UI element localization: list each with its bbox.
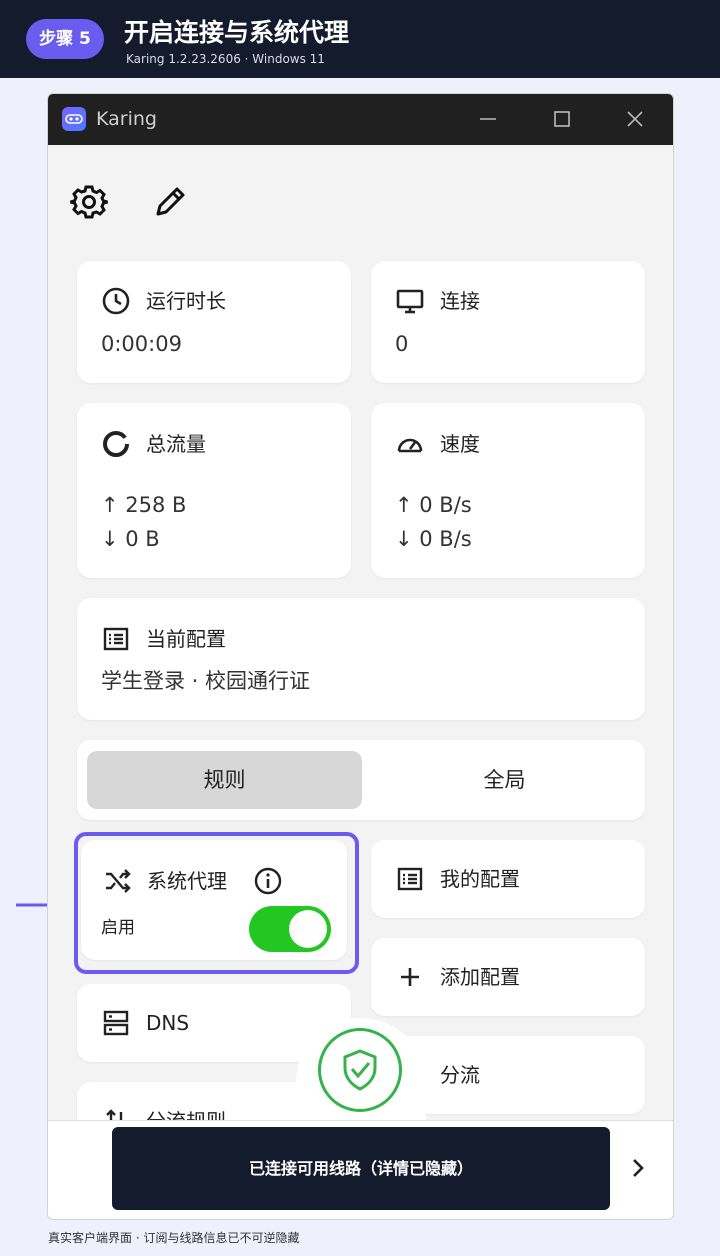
mode-rule-tab[interactable]: 规则: [87, 740, 362, 820]
settings-gear-icon[interactable]: [69, 182, 109, 222]
plus-icon: [395, 962, 425, 992]
speed-down: ↓ 0 B/s: [395, 527, 472, 551]
uptime-title: 运行时长: [146, 289, 226, 313]
server-icon: [101, 1008, 131, 1038]
speedometer-icon: [395, 429, 425, 459]
clock-icon: [101, 286, 131, 316]
connection-status[interactable]: 已连接可用线路（详情已隐藏）: [112, 1127, 610, 1210]
add-config-label: 添加配置: [440, 965, 520, 989]
mode-global-tab[interactable]: 全局: [372, 740, 637, 820]
current-config-card[interactable]: 当前配置 学生登录 · 校园通行证: [77, 598, 645, 720]
traffic-title: 总流量: [146, 432, 206, 456]
bottom-bar: 已连接可用线路（详情已隐藏）: [48, 1120, 673, 1219]
my-config-label: 我的配置: [440, 867, 520, 891]
uptime-value: 0:00:09: [101, 332, 182, 356]
minimize-button[interactable]: [475, 106, 501, 132]
banner-subtitle: Karing 1.2.23.2606 · Windows 11: [126, 52, 325, 66]
title-bar: Karing: [48, 94, 673, 145]
monitor-icon: [395, 286, 425, 316]
system-proxy-highlight: [74, 832, 359, 974]
donut-chart-icon: [101, 429, 131, 459]
current-config-value: 学生登录 · 校园通行证: [101, 669, 311, 693]
edit-pencil-icon[interactable]: [150, 182, 190, 222]
shield-check-icon: [343, 1049, 377, 1091]
traffic-card: 总流量 ↑ 258 B ↓ 0 B: [77, 403, 351, 578]
close-button[interactable]: [622, 106, 648, 132]
traffic-up: ↑ 258 B: [101, 493, 187, 517]
mode-switch: 规则 全局: [77, 740, 645, 820]
footnote: 真实客户端界面 · 订阅与线路信息已不可逆隐藏: [48, 1231, 300, 1245]
current-config-title: 当前配置: [146, 627, 226, 651]
split-label: 分流: [440, 1063, 480, 1087]
connections-card[interactable]: 连接 0: [371, 261, 645, 383]
chevron-right-icon[interactable]: [626, 1153, 650, 1183]
my-config-item[interactable]: 我的配置: [371, 840, 645, 918]
uptime-card: 运行时长 0:00:09: [77, 261, 351, 383]
window-title: Karing: [96, 108, 157, 130]
list-icon: [101, 624, 131, 654]
dns-label: DNS: [146, 1011, 190, 1035]
speed-card: 速度 ↑ 0 B/s ↓ 0 B/s: [371, 403, 645, 578]
maximize-button[interactable]: [549, 106, 575, 132]
speed-title: 速度: [440, 432, 480, 456]
step-badge: 步骤 5: [26, 19, 104, 59]
add-config-item[interactable]: 添加配置: [371, 938, 645, 1016]
karing-logo-icon: [62, 107, 86, 131]
step-banner: 步骤 5 开启连接与系统代理 Karing 1.2.23.2606 · Wind…: [0, 0, 720, 78]
speed-up: ↑ 0 B/s: [395, 493, 472, 517]
app-window: Karing 运行时长 0:00:09 连接 0 总流量 ↑ 258 B ↓ 0…: [47, 93, 674, 1220]
connections-value: 0: [395, 332, 409, 356]
banner-title: 开启连接与系统代理: [124, 18, 350, 47]
traffic-down: ↓ 0 B: [101, 527, 160, 551]
connect-button[interactable]: [318, 1028, 402, 1112]
list-icon: [395, 864, 425, 894]
connections-title: 连接: [440, 289, 480, 313]
